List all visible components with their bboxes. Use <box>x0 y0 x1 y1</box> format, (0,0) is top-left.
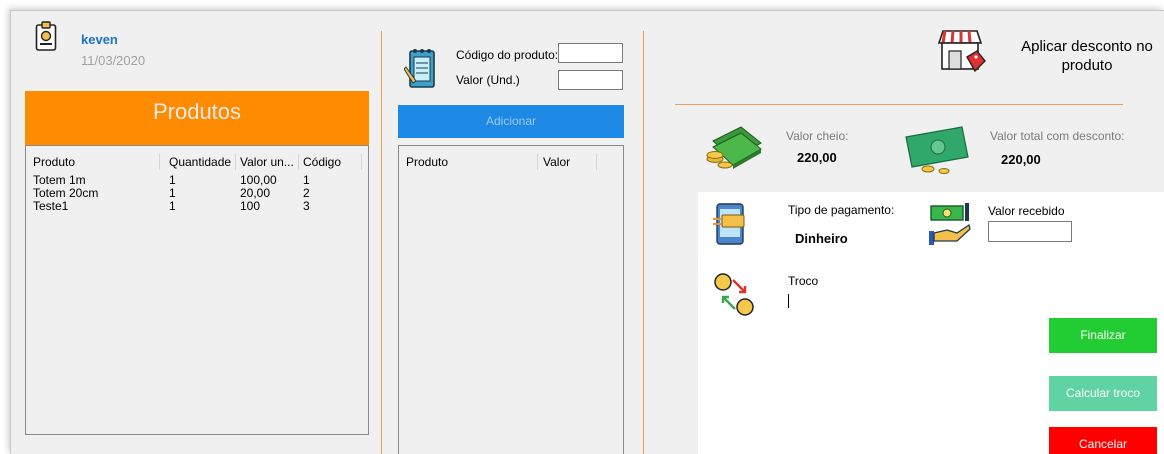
adicionar-button[interactable]: Adicionar <box>398 105 624 138</box>
carrinho-list[interactable]: Produto Valor <box>398 145 624 454</box>
column-header[interactable]: Código <box>300 154 362 170</box>
table-cell: 1 <box>169 199 176 213</box>
exchange-coins-icon <box>714 273 754 316</box>
separator <box>643 31 644 454</box>
valor-recebido-label: Valor recebido <box>988 204 1065 218</box>
tipo-pagamento-value[interactable]: Dinheiro <box>795 231 848 246</box>
phone-payment-icon <box>713 203 745 245</box>
column-header[interactable]: Valor <box>540 154 597 170</box>
notepad-icon <box>404 49 435 88</box>
tipo-pagamento-label: Tipo de pagamento: <box>788 203 895 217</box>
desconto-label[interactable]: Aplicar desconto no produto <box>997 37 1164 75</box>
codigo-label: Código do produto: <box>456 48 559 62</box>
valor-label: Valor (Und.) <box>456 73 520 87</box>
store-icon <box>937 30 986 73</box>
table-cell: 100 <box>240 199 261 213</box>
text-cursor <box>788 294 789 308</box>
valor-total-label: Valor total com desconto: <box>990 129 1125 143</box>
valor-input[interactable] <box>558 70 623 90</box>
hand-cash-icon <box>929 203 971 245</box>
valor-cheio-value: 220,00 <box>797 150 837 165</box>
column-header[interactable]: Produto <box>403 154 538 170</box>
troco-input[interactable] <box>788 293 908 309</box>
table-row[interactable]: Teste1 1 100 3 <box>26 200 368 213</box>
finalizar-button[interactable]: Finalizar <box>1049 318 1157 353</box>
money-stack-icon <box>706 126 762 169</box>
codigo-input[interactable] <box>558 43 623 63</box>
user-date: 11/03/2020 <box>81 53 146 68</box>
valor-total-value: 220,00 <box>1001 152 1041 167</box>
separator <box>381 31 382 454</box>
payment-panel: Tipo de pagamento: Dinheiro Valor recebi… <box>698 192 1164 454</box>
produtos-title: Produtos <box>152 99 242 124</box>
cancelar-button[interactable]: Cancelar <box>1049 427 1157 454</box>
troco-label: Troco <box>788 274 819 288</box>
badge-icon <box>35 21 57 51</box>
calcular-troco-button[interactable]: Calcular troco <box>1049 376 1157 411</box>
produtos-list-header: Produto Quantidade Valor un... Código <box>26 154 368 172</box>
valor-cheio-label: Valor cheio: <box>786 129 849 143</box>
cash-bill-icon <box>905 126 969 174</box>
table-row[interactable]: Totem 20cm 1 20,00 2 <box>26 187 368 200</box>
carrinho-list-header: Produto Valor <box>399 154 623 172</box>
user-name: keven <box>81 32 118 47</box>
column-header[interactable]: Produto <box>30 154 160 170</box>
column-header[interactable]: Valor un... <box>237 154 299 170</box>
produtos-list[interactable]: Produto Quantidade Valor un... Código To… <box>25 145 369 435</box>
valor-recebido-input[interactable] <box>988 221 1072 242</box>
separator <box>675 104 1123 105</box>
main-window: keven 11/03/2020 Produtos Produto Quanti… <box>10 10 1164 454</box>
table-cell: Teste1 <box>33 199 69 213</box>
column-header[interactable]: Quantidade <box>166 154 236 170</box>
table-cell: 3 <box>303 199 310 213</box>
